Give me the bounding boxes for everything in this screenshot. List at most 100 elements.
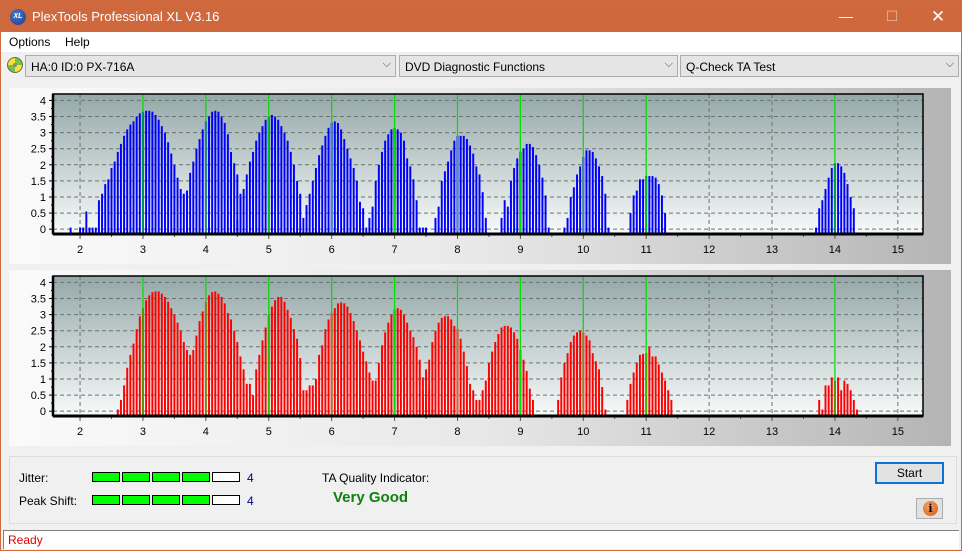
bar	[85, 211, 88, 234]
minimize-button[interactable]: —	[823, 1, 869, 32]
bar	[198, 139, 201, 234]
bar	[145, 300, 148, 416]
bar	[544, 195, 547, 234]
bar	[598, 166, 601, 234]
bar	[572, 335, 575, 416]
bar	[557, 399, 560, 416]
meter-segment	[212, 495, 240, 505]
bar	[818, 399, 821, 416]
bar	[145, 110, 148, 234]
test-select[interactable]: Q-Check TA Test ⌵	[680, 55, 959, 77]
bar	[163, 296, 166, 416]
bar	[343, 303, 346, 416]
close-button[interactable]: ✕	[915, 1, 961, 32]
bar	[374, 180, 377, 234]
bar	[239, 356, 242, 416]
menu-options[interactable]: Options	[9, 35, 50, 49]
bar	[843, 380, 846, 416]
bar	[182, 193, 185, 234]
bar	[179, 330, 182, 416]
bar	[170, 153, 173, 234]
bar	[629, 383, 632, 416]
bar	[651, 356, 654, 416]
x-tick-label: 10	[577, 426, 589, 438]
bar	[440, 317, 443, 416]
bar	[431, 341, 434, 416]
maximize-button[interactable]: ☐	[869, 1, 915, 32]
bar	[837, 163, 840, 234]
bar	[321, 345, 324, 416]
bar	[186, 350, 188, 416]
y-tick-label: 1	[40, 374, 46, 386]
bar	[170, 308, 173, 416]
bar	[475, 399, 478, 416]
bar	[478, 174, 481, 234]
bar	[585, 335, 588, 416]
bar	[138, 113, 141, 234]
bar	[503, 325, 506, 416]
bar	[176, 177, 179, 234]
meter-segment	[152, 472, 180, 482]
title-bar[interactable]: XL PlexTools Professional XL V3.16 — ☐ ✕	[1, 1, 961, 32]
land-chart-panel: 0 0.5 1 1.5 2 2.5 3 3.5 4 2 3 4 5 6 7 8 9 10 11 12 13 14 15	[9, 88, 951, 264]
jitter-meter	[92, 472, 242, 482]
bar	[336, 303, 339, 416]
bar	[852, 399, 855, 416]
bar	[827, 385, 830, 416]
bar	[824, 385, 827, 416]
bar	[459, 338, 462, 416]
bar	[274, 300, 277, 416]
bar	[157, 291, 160, 416]
bar	[396, 129, 399, 234]
y-tick-label: 4	[40, 277, 46, 289]
bar	[503, 200, 506, 234]
disc-icon	[7, 57, 23, 73]
bar	[349, 313, 352, 416]
bar	[324, 135, 327, 234]
x-tick-label: 10	[577, 244, 589, 256]
x-tick-label: 14	[829, 426, 841, 438]
menu-help[interactable]: Help	[65, 35, 90, 49]
bar	[368, 372, 371, 416]
bar	[198, 321, 201, 416]
bar	[374, 380, 377, 416]
bar	[277, 296, 280, 416]
bar	[560, 377, 563, 416]
bar	[528, 143, 531, 234]
land-chart: 0 0.5 1 1.5 2 2.5 3 3.5 4 2 3 4 5 6 7 8 9 10 11 12 13 14 15	[31, 93, 924, 256]
bar	[242, 188, 245, 234]
bar	[409, 330, 412, 416]
function-select[interactable]: DVD Diagnostic Functions ⌵	[399, 55, 678, 77]
bar	[384, 332, 387, 416]
start-button[interactable]: Start	[875, 462, 944, 484]
x-tick-label: 8	[454, 426, 460, 438]
meter-segment	[182, 495, 210, 505]
info-button[interactable]: i	[916, 498, 943, 519]
meter-segment	[212, 472, 240, 482]
bar	[409, 166, 412, 234]
bar	[443, 171, 446, 234]
bar	[302, 217, 305, 234]
bar	[217, 293, 220, 416]
bar	[283, 132, 286, 234]
bar	[522, 148, 525, 234]
bar	[283, 301, 286, 416]
bar	[242, 369, 245, 416]
bar	[840, 390, 843, 416]
bar	[849, 196, 852, 234]
bar	[355, 180, 358, 234]
bar	[535, 155, 538, 234]
bar	[186, 190, 188, 234]
bar	[352, 168, 355, 234]
bar	[604, 193, 607, 234]
bar	[657, 184, 660, 234]
bar	[434, 330, 437, 416]
bar	[255, 369, 258, 416]
drive-select[interactable]: HA:0 ID:0 PX-716A ⌵	[25, 55, 396, 77]
bar	[280, 296, 283, 416]
bar	[654, 356, 657, 416]
bar	[123, 135, 126, 234]
bar	[585, 150, 588, 234]
bar	[217, 111, 220, 234]
y-tick-label: 2.5	[31, 144, 46, 156]
